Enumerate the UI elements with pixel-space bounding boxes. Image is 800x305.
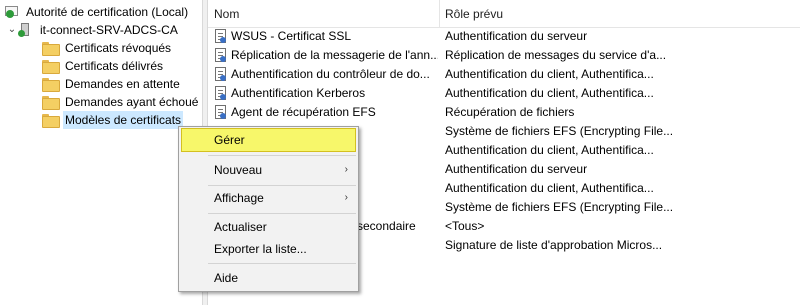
- certificate-template-icon: [214, 67, 228, 82]
- template-role: Signature de liste d'approbation Micros.…: [445, 238, 663, 252]
- tree-item-label: Demandes ayant échoué: [65, 95, 199, 109]
- tree-item-root[interactable]: Autorité de certification (Local): [4, 3, 190, 21]
- template-role: Authentification du serveur: [445, 29, 588, 43]
- list-header: Nom Rôle prévu: [208, 0, 800, 28]
- tree-item-label: Certificats délivrés: [65, 59, 164, 73]
- tree-pane[interactable]: Autorité de certification (Local) ⌄ it-c…: [0, 0, 202, 305]
- template-role: Authentification du client, Authentifica…: [445, 143, 654, 157]
- column-header-name[interactable]: Nom: [208, 0, 440, 28]
- menu-separator: [208, 263, 356, 264]
- folder-icon: [42, 42, 60, 56]
- template-role: Authentification du client, Authentifica…: [445, 86, 654, 100]
- certificate-template-icon: [214, 29, 228, 44]
- tree-item-label: Modèles de certificats: [63, 111, 184, 129]
- menu-item-new[interactable]: Nouveau ›: [181, 158, 356, 182]
- certification-authority-icon: [4, 5, 20, 19]
- template-role: Authentification du client, Authentifica…: [445, 181, 654, 195]
- table-row[interactable]: Réplication de la messagerie de l'ann...…: [208, 46, 800, 65]
- tree-item-templates[interactable]: Modèles de certificats: [42, 111, 184, 129]
- folder-icon: [42, 78, 60, 92]
- menu-item-refresh[interactable]: Actualiser: [181, 215, 356, 239]
- template-role: Authentification du client, Authentifica…: [445, 67, 654, 81]
- menu-separator: [208, 213, 356, 214]
- menu-item-view[interactable]: Affichage ›: [181, 186, 356, 210]
- template-name: Authentification du contrôleur de do...: [231, 67, 430, 81]
- menu-item-manage[interactable]: Gérer: [181, 128, 356, 152]
- tree-item-failed[interactable]: Demandes ayant échoué: [42, 93, 200, 111]
- certificate-template-icon: [214, 48, 228, 63]
- menu-item-label: Gérer: [214, 133, 245, 147]
- template-role: Réplication de messages du service d'a..…: [445, 48, 667, 62]
- table-row[interactable]: Authentification Kerberos Authentificati…: [208, 84, 800, 103]
- server-icon: [18, 23, 34, 37]
- chevron-down-icon[interactable]: ⌄: [6, 21, 18, 39]
- folder-icon: [42, 60, 60, 74]
- template-role: <Tous>: [445, 219, 485, 233]
- folder-icon: [42, 96, 60, 110]
- tree-item-issued[interactable]: Certificats délivrés: [42, 57, 165, 75]
- chevron-right-icon: ›: [344, 164, 348, 175]
- menu-item-export-list[interactable]: Exporter la liste...: [181, 237, 356, 261]
- folder-icon: [42, 114, 60, 128]
- menu-item-label: Exporter la liste...: [214, 242, 307, 256]
- tree-item-server[interactable]: ⌄ it-connect-SRV-ADCS-CA: [6, 21, 180, 39]
- template-role: Système de fichiers EFS (Encrypting File…: [445, 124, 674, 138]
- tree-item-label: Autorité de certification (Local): [26, 5, 189, 19]
- tree-item-label: Certificats révoqués: [65, 41, 172, 55]
- tree-item-label: Demandes en attente: [65, 77, 180, 91]
- column-header-role[interactable]: Rôle prévu: [439, 0, 800, 28]
- template-name: WSUS - Certificat SSL: [231, 29, 352, 43]
- certificate-template-icon: [214, 105, 228, 120]
- certificate-template-icon: [214, 86, 228, 101]
- menu-item-label: Aide: [214, 271, 239, 285]
- template-name: secondaire: [357, 219, 416, 233]
- context-menu: Gérer Nouveau › Affichage › Actualiser E…: [178, 126, 359, 292]
- template-name: Réplication de la messagerie de l'ann...: [231, 48, 438, 62]
- table-row[interactable]: WSUS - Certificat SSL Authentification d…: [208, 27, 800, 46]
- table-row[interactable]: Agent de récupération EFS Récupération d…: [208, 103, 800, 122]
- tree-item-revoked[interactable]: Certificats révoqués: [42, 39, 173, 57]
- template-name: Agent de récupération EFS: [231, 105, 376, 119]
- template-role: Récupération de fichiers: [445, 105, 575, 119]
- menu-separator: [208, 155, 356, 156]
- tree-item-label: it-connect-SRV-ADCS-CA: [40, 23, 178, 37]
- menu-item-label: Affichage: [214, 191, 264, 205]
- menu-item-help[interactable]: Aide: [181, 266, 356, 290]
- chevron-right-icon: ›: [344, 192, 348, 203]
- menu-item-label: Nouveau: [214, 163, 263, 177]
- table-row[interactable]: Authentification du contrôleur de do... …: [208, 65, 800, 84]
- template-role: Authentification du serveur: [445, 162, 588, 176]
- tree-item-pending[interactable]: Demandes en attente: [42, 75, 182, 93]
- template-role: Système de fichiers EFS (Encrypting File…: [445, 200, 674, 214]
- menu-item-label: Actualiser: [214, 220, 267, 234]
- template-name: Authentification Kerberos: [231, 86, 366, 100]
